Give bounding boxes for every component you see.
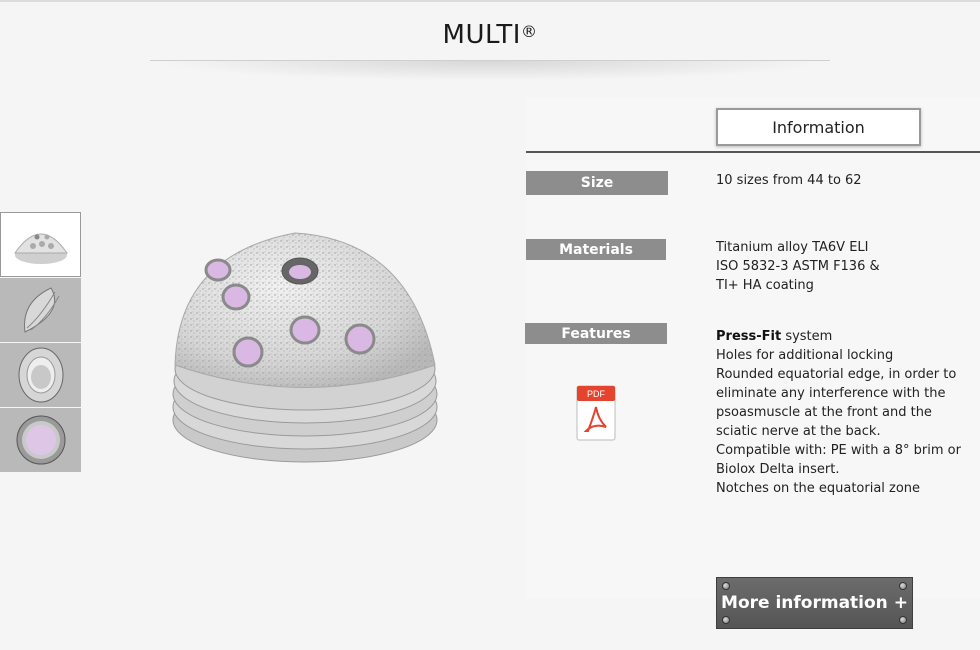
cup-side-view-icon [23,287,59,333]
features-line: psoasmuscle at the front and the [716,405,932,420]
features-value: Press-Fit system Holes for additional lo… [716,327,966,498]
cup-inner-view-icon [16,415,65,465]
thumbnail-1[interactable] [0,212,81,277]
screw-icon [722,582,730,590]
screw-icon [722,616,730,624]
features-lead: Press-Fit [716,329,782,344]
cup-top-view-icon [13,233,68,264]
materials-label: Materials [526,239,666,260]
tab-information[interactable]: Information [716,108,921,146]
materials-value: Titanium alloy TA6V ELI ISO 5832-3 ASTM … [716,238,966,295]
page-title: MULTI® [442,20,538,50]
acetabular-cup-image [172,232,438,463]
thumbnail-4[interactable] [0,408,81,472]
info-divider [526,151,980,153]
features-line: Notches on the equatorial zone [716,481,921,496]
title-shadow [150,61,830,81]
features-line: Press-Fit system [716,327,966,346]
features-lead-rest: system [781,329,833,344]
features-line: Holes for additional locking [716,348,894,363]
cup-angled-view-icon [18,347,63,403]
screw-icon [899,616,907,624]
features-line: eliminate any interference with the [716,386,946,401]
features-line: Rounded equatorial edge, in order to [716,367,957,382]
more-information-button[interactable]: More information + [716,577,913,629]
features-line: sciatic nerve at the back. [716,424,881,439]
materials-line: ISO 5832-3 ASTM F136 & [716,259,880,274]
thumbnail-2[interactable] [0,278,81,342]
pdf-icon[interactable]: PDF [576,385,616,441]
screw-icon [899,582,907,590]
features-label: Features [525,323,667,344]
materials-line: Titanium alloy TA6V ELI [716,240,869,255]
size-value: 10 sizes from 44 to 62 [716,173,862,188]
features-line: Biolox Delta insert. [716,462,840,477]
more-information-label: More information + [721,593,908,613]
top-border [0,0,980,2]
features-line: Compatible with: PE with a 8° brim or [716,443,961,458]
size-label: Size [526,171,668,195]
product-image [160,215,450,480]
thumbnail-strip [0,212,82,473]
pdf-document-icon: PDF [576,385,616,441]
pdf-label: PDF [587,389,606,399]
materials-line: TI+ HA coating [716,278,814,293]
thumbnail-3[interactable] [0,343,81,407]
